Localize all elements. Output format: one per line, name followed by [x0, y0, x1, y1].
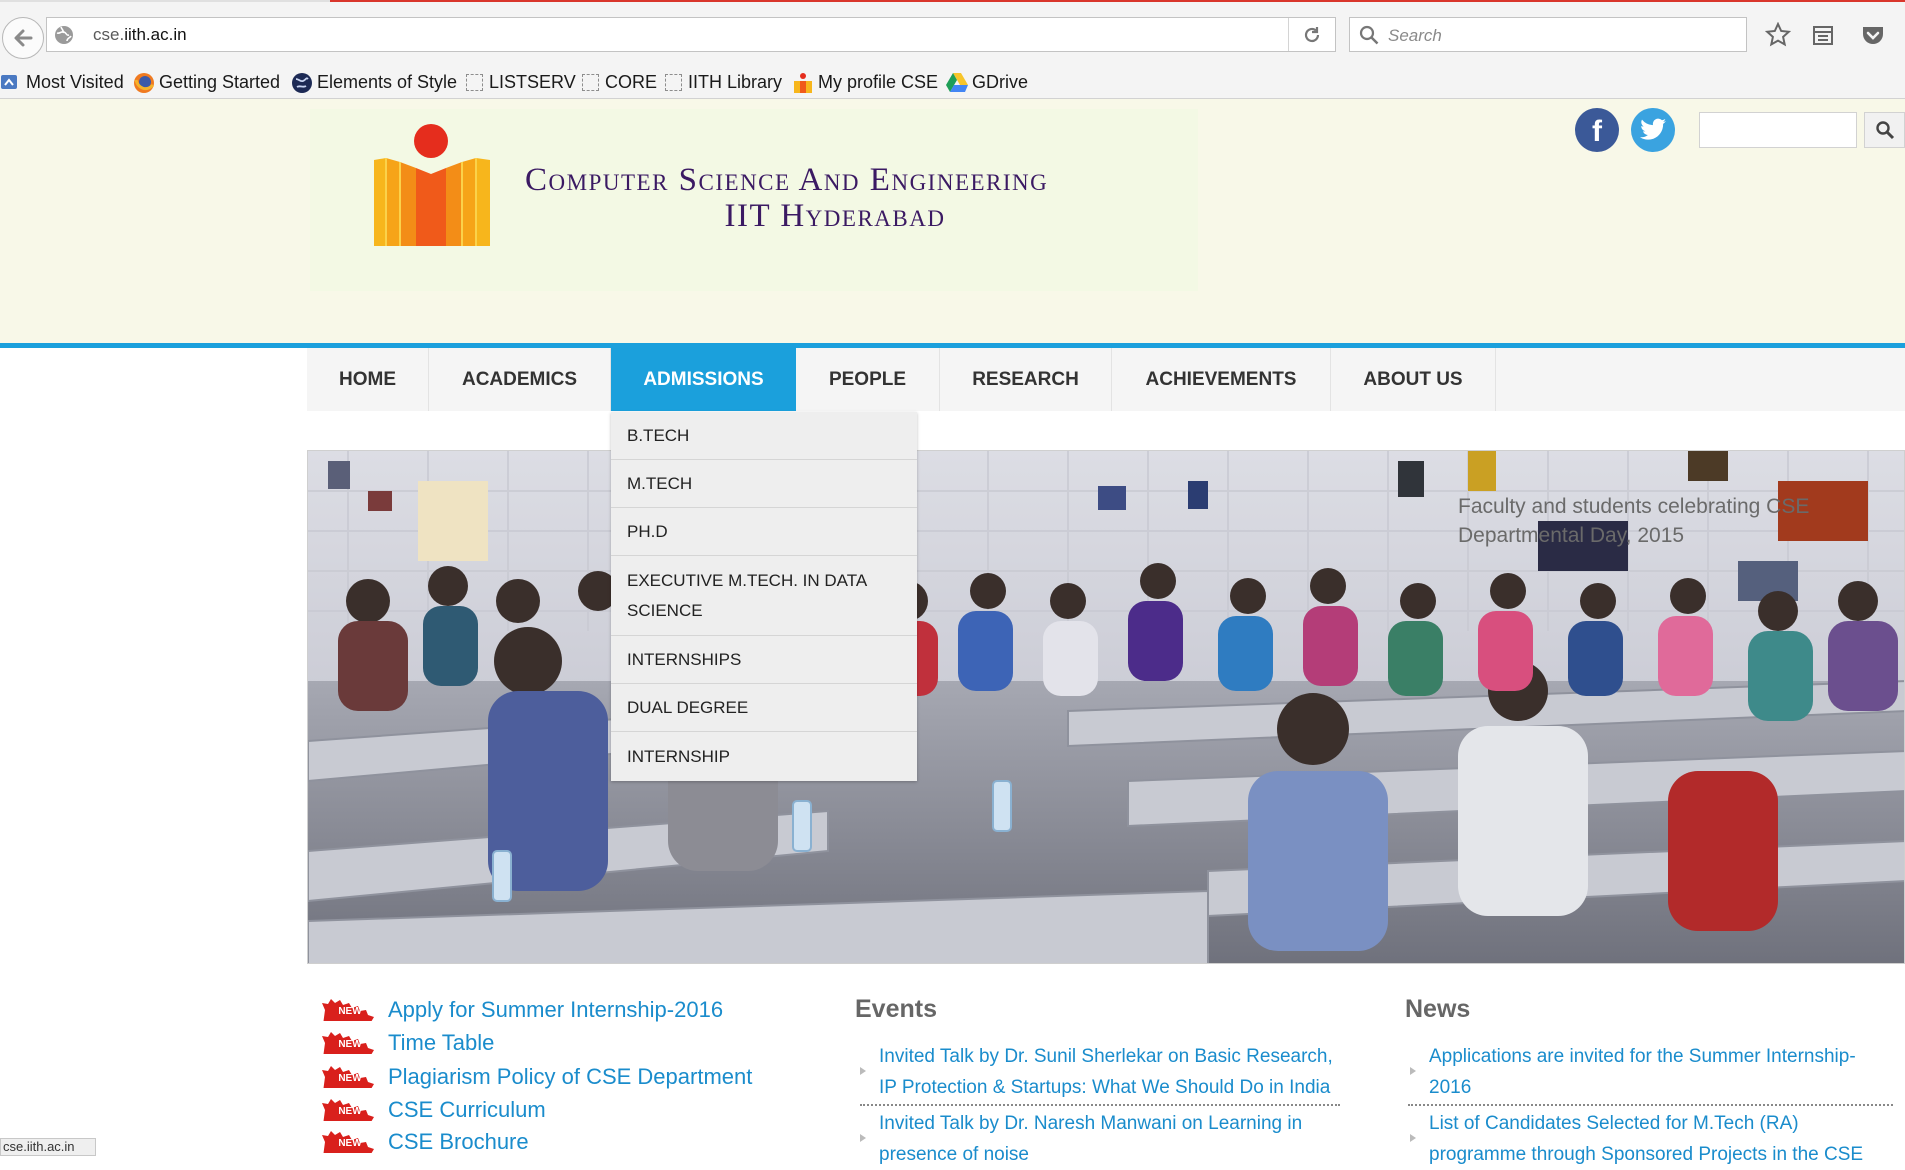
- blank-page-icon: [582, 73, 599, 91]
- main-menu: HOME ACADEMICS ADMISSIONS PEOPLE RESEARC…: [307, 348, 1905, 411]
- quick-link-time-table[interactable]: NEW Time Table: [322, 1028, 494, 1058]
- gdrive-icon: [946, 72, 968, 92]
- star-icon: [1765, 22, 1791, 47]
- svg-text:NEW: NEW: [338, 1006, 362, 1017]
- clipboard-icon: [1813, 26, 1833, 45]
- dropdown-item-dual-degree[interactable]: DUAL DEGREE: [611, 684, 917, 732]
- iith-logo-icon: [792, 72, 812, 93]
- arrow-left-icon: [14, 29, 33, 47]
- event-divider: [860, 1104, 1340, 1106]
- quick-link-summer-internship[interactable]: NEW Apply for Summer Internship-2016: [322, 995, 723, 1025]
- svg-text:NEW: NEW: [338, 1039, 362, 1050]
- bookmark-most-visited[interactable]: Most Visited: [0, 70, 124, 94]
- dropdown-item-mtech[interactable]: M.TECH: [611, 460, 917, 508]
- site-search-input[interactable]: [1699, 112, 1857, 148]
- status-bar-url: cse.iith.ac.in: [0, 1138, 96, 1156]
- dropdown-item-internship[interactable]: INTERNSHIP: [611, 732, 917, 781]
- department-title: Computer Science And Engineering: [525, 162, 1049, 198]
- news-divider: [1408, 1104, 1893, 1106]
- iith-logo[interactable]: [372, 122, 492, 250]
- institute-title: IIT Hyderabad: [724, 198, 946, 234]
- reload-button[interactable]: [1288, 18, 1335, 51]
- globe-icon: [291, 72, 312, 93]
- menu-item-research[interactable]: RESEARCH: [940, 348, 1112, 411]
- menu-item-admissions[interactable]: ADMISSIONS: [611, 348, 796, 411]
- pocket-button[interactable]: [1858, 20, 1888, 50]
- facebook-icon: f: [1592, 115, 1602, 148]
- bookmark-core[interactable]: CORE: [582, 70, 657, 94]
- event-item[interactable]: Invited Talk by Dr. Naresh Manwani on Le…: [860, 1108, 1349, 1170]
- bookmark-gdrive[interactable]: GDrive: [946, 70, 1028, 94]
- dropdown-item-internships[interactable]: INTERNSHIPS: [611, 636, 917, 684]
- address-bar[interactable]: cse.iith.ac.in: [46, 17, 1336, 52]
- twitter-bird-icon: [1640, 118, 1666, 140]
- event-item[interactable]: Invited Talk by Dr. Sunil Sherlekar on B…: [860, 1041, 1349, 1103]
- svg-text:NEW: NEW: [338, 1138, 362, 1149]
- pocket-icon: [1863, 27, 1883, 44]
- new-badge-icon: NEW: [322, 1066, 374, 1088]
- events-heading: Events: [855, 995, 937, 1023]
- admissions-dropdown: B.TECH M.TECH PH.D EXECUTIVE M.TECH. IN …: [611, 412, 917, 781]
- browser-search-box[interactable]: Search: [1349, 17, 1747, 52]
- dropdown-item-phd[interactable]: PH.D: [611, 508, 917, 556]
- new-badge-icon: NEW: [322, 1099, 374, 1121]
- bookmarks-menu-button[interactable]: [1808, 20, 1838, 50]
- blank-page-icon: [665, 73, 682, 91]
- new-badge-icon: NEW: [322, 1131, 374, 1153]
- twitter-link[interactable]: [1631, 108, 1675, 152]
- most-visited-icon: [0, 72, 20, 92]
- arrow-bullet-icon: [1410, 1067, 1416, 1075]
- svg-text:NEW: NEW: [338, 1106, 362, 1117]
- quick-link-cse-brochure[interactable]: NEW CSE Brochure: [322, 1127, 529, 1157]
- menu-item-achievements[interactable]: ACHIEVEMENTS: [1112, 348, 1331, 411]
- search-placeholder: Search: [1388, 26, 1442, 45]
- hero-caption: Faculty and students celebrating CSE Dep…: [1458, 495, 1810, 547]
- bookmarks-toolbar: Most Visited Getting Started Elements of…: [0, 64, 1905, 99]
- reload-icon: [1304, 26, 1320, 42]
- menu-item-people[interactable]: PEOPLE: [796, 348, 940, 411]
- quick-link-cse-curriculum[interactable]: NEW CSE Curriculum: [322, 1095, 546, 1125]
- url-text[interactable]: cse.iith.ac.in: [93, 25, 187, 45]
- quick-link-plagiarism-policy[interactable]: NEW Plagiarism Policy of CSE Department: [322, 1062, 752, 1092]
- svg-text:NEW: NEW: [338, 1073, 362, 1084]
- menu-item-about-us[interactable]: ABOUT US: [1331, 348, 1496, 411]
- bookmark-my-profile-cse[interactable]: My profile CSE: [792, 70, 938, 94]
- new-badge-icon: NEW: [322, 1032, 374, 1054]
- arrow-bullet-icon: [860, 1067, 866, 1075]
- search-icon: [1875, 121, 1894, 140]
- site-search-button[interactable]: [1864, 112, 1905, 148]
- bookmark-iith-library[interactable]: IITH Library: [665, 70, 782, 94]
- firefox-icon: [133, 72, 155, 93]
- new-badge-icon: NEW: [322, 999, 374, 1021]
- browser-navigation-bar: cse.iith.ac.in Search: [0, 2, 1905, 64]
- bookmark-getting-started[interactable]: Getting Started: [133, 70, 280, 94]
- dropdown-item-btech[interactable]: B.TECH: [611, 412, 917, 460]
- arrow-bullet-icon: [1410, 1134, 1416, 1142]
- blank-page-icon: [466, 73, 483, 91]
- news-heading: News: [1405, 995, 1471, 1023]
- menu-item-academics[interactable]: ACADEMICS: [429, 348, 611, 411]
- news-item[interactable]: Applications are invited for the Summer …: [1410, 1041, 1879, 1103]
- menu-item-home[interactable]: HOME: [307, 348, 429, 411]
- site-info-icon[interactable]: [53, 24, 75, 46]
- dropdown-item-executive-mtech[interactable]: EXECUTIVE M.TECH. IN DATA SCIENCE: [611, 556, 917, 636]
- bookmark-star-button[interactable]: [1763, 20, 1793, 50]
- back-button[interactable]: [2, 17, 44, 59]
- arrow-bullet-icon: [860, 1134, 866, 1142]
- search-icon: [1359, 25, 1379, 45]
- bookmark-elements-of-style[interactable]: Elements of Style: [291, 70, 457, 94]
- news-item[interactable]: List of Candidates Selected for M.Tech (…: [1410, 1108, 1884, 1170]
- bookmark-listserv[interactable]: LISTSERV: [466, 70, 576, 94]
- facebook-link[interactable]: f: [1575, 108, 1619, 152]
